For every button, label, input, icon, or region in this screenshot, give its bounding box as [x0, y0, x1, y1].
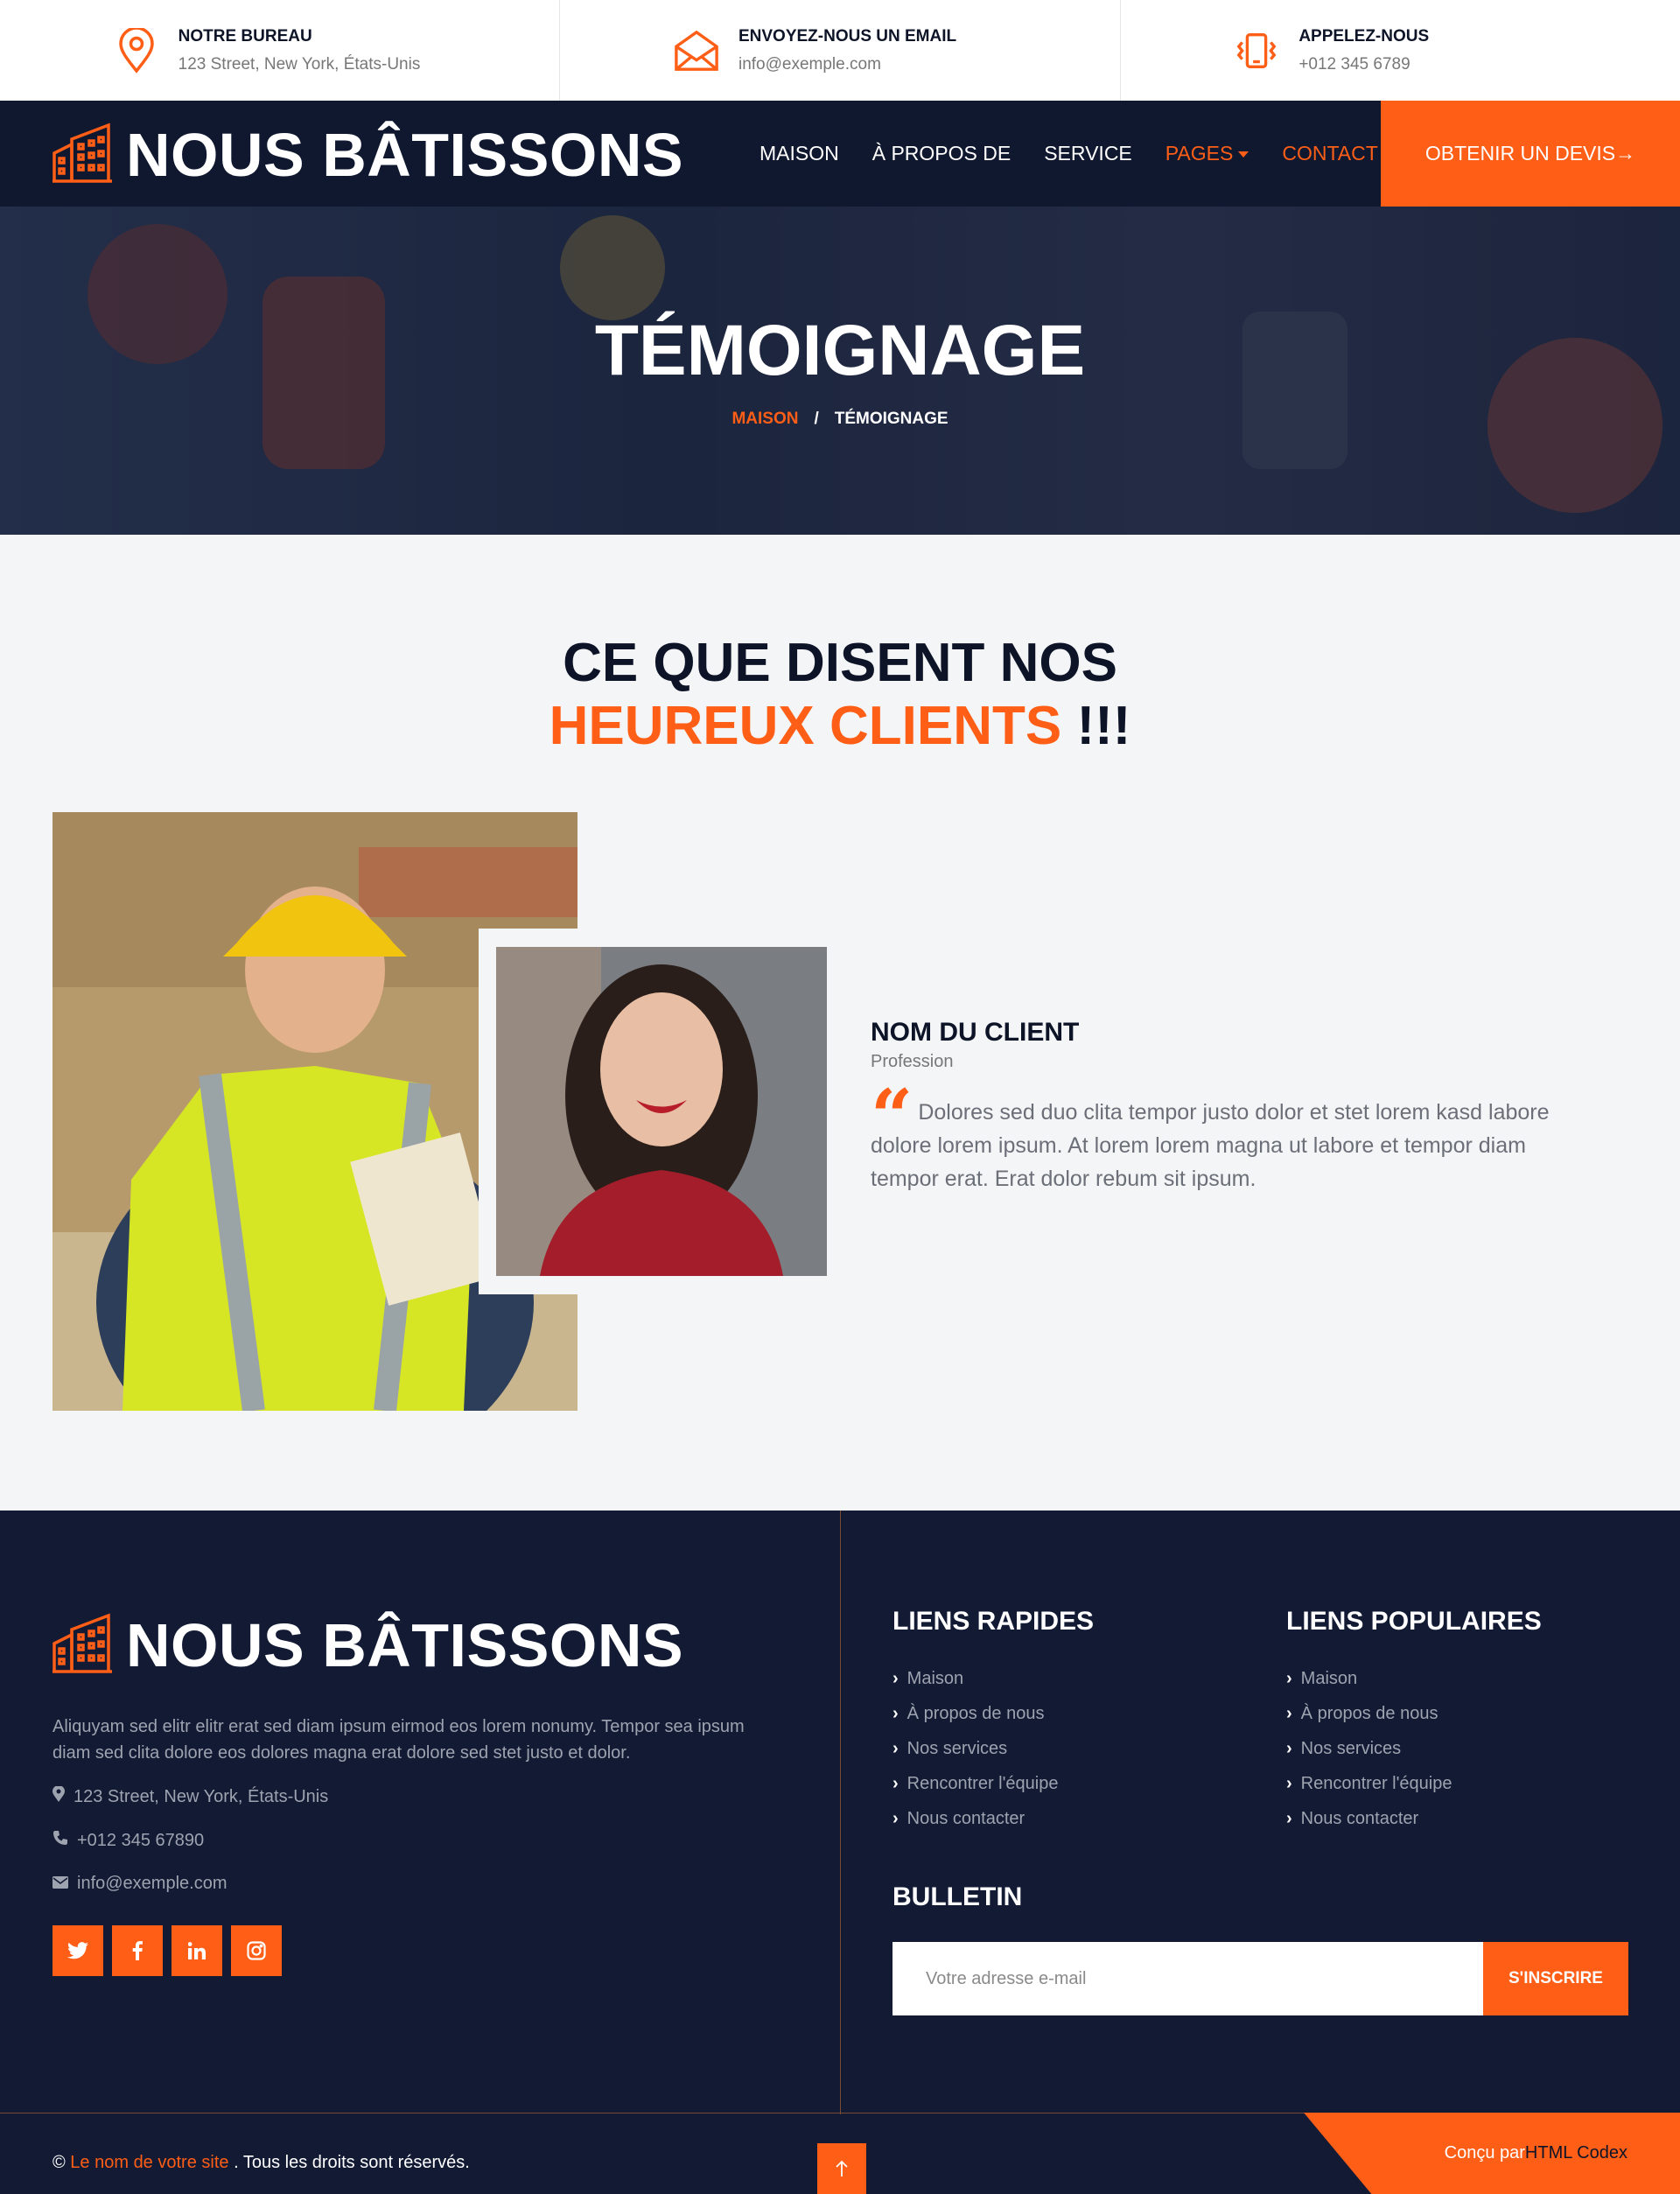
nav-item-service[interactable]: SERVICE [1044, 142, 1132, 165]
map-pin-icon [114, 27, 159, 74]
footer-phone-text[interactable]: +012 345 67890 [77, 1831, 204, 1851]
section-heading-line1: CE QUE DISENT NOS [563, 633, 1117, 693]
quick-link-maison[interactable]: Maison [892, 1661, 1058, 1696]
newsletter-form: S'INSCRIRE [892, 1942, 1628, 2015]
designed-prefix: Conçu par [1444, 2143, 1525, 2162]
site-name-link[interactable]: Le nom de votre site [70, 2153, 228, 2172]
testimonial-text: “Dolores sed duo clita tempor justo dolo… [871, 1073, 1597, 1195]
map-marker-icon [52, 1785, 65, 1807]
popular-link-a-propos[interactable]: À propos de nous [1286, 1696, 1452, 1731]
office-title: NOTRE BUREAU [178, 26, 312, 46]
nav-item-a-propos[interactable]: À PROPOS DE [872, 142, 1011, 165]
section-heading-highlight: HEUREUX CLIENTS [549, 696, 1062, 756]
office-address: 123 Street, New York, États-Unis [178, 54, 421, 74]
envelope-icon [674, 28, 719, 74]
page-header-banner: TÉMOIGNAGE MAISON / TÉMOIGNAGE [0, 207, 1680, 535]
copyright-prefix: © [52, 2153, 71, 2172]
popular-link-contacter[interactable]: Nous contacter [1286, 1801, 1452, 1836]
arrow-up-icon [836, 2160, 848, 2176]
footer-address-text: 123 Street, New York, États-Unis [74, 1786, 329, 1806]
breadcrumb: MAISON / TÉMOIGNAGE [0, 410, 1680, 429]
quick-link-a-propos[interactable]: À propos de nous [892, 1696, 1058, 1731]
section-heading: CE QUE DISENT NOS HEUREUX CLIENTS !!! [0, 632, 1680, 758]
twitter-icon[interactable] [52, 1925, 103, 1976]
footer-description: Aliquyam sed elitr elitr erat sed diam i… [52, 1717, 745, 1763]
social-links [52, 1925, 282, 1976]
footer-email: info@exemple.com [52, 1874, 227, 1894]
nav-item-pages-label: PAGES [1165, 142, 1234, 165]
section-heading-suffix: !!! [1061, 696, 1131, 756]
building-icon [52, 1612, 112, 1678]
nav-item-maison[interactable]: MAISON [760, 142, 839, 165]
envelope-icon [52, 1874, 68, 1894]
footer-email-text[interactable]: info@exemple.com [77, 1874, 227, 1894]
linkedin-icon[interactable] [172, 1925, 222, 1976]
get-quote-button[interactable]: OBTENIR UN DEVIS→ [1381, 101, 1680, 207]
phone-icon [52, 1830, 68, 1851]
popular-links-list: Maison À propos de nous Nos services Ren… [1286, 1661, 1452, 1836]
newsletter-email-input[interactable] [892, 1942, 1483, 2015]
phone-info: APPELEZ-NOUS +012 345 6789 [1121, 0, 1680, 101]
footer-phone: +012 345 67890 [52, 1830, 204, 1851]
footer-brand-name: NOUS BÂTISSONS [126, 1610, 684, 1679]
nav-item-contact[interactable]: CONTACT [1282, 142, 1377, 165]
building-icon [52, 122, 112, 187]
main-navbar: NOUS BÂTISSONS MAISON À PROPOS DE SERVIC… [0, 101, 1680, 207]
nav-item-pages[interactable]: PAGES [1166, 142, 1250, 165]
back-to-top-button[interactable] [817, 2143, 866, 2194]
quick-link-contacter[interactable]: Nous contacter [892, 1801, 1058, 1836]
phone-number[interactable]: +012 345 6789 [1298, 55, 1429, 74]
popular-link-equipe[interactable]: Rencontrer l'équipe [1286, 1766, 1452, 1801]
caret-down-icon [1238, 151, 1250, 158]
breadcrumb-separator: / [814, 410, 819, 428]
footer-address: 123 Street, New York, États-Unis [52, 1785, 329, 1807]
phone-title: APPELEZ-NOUS [1298, 26, 1430, 46]
brand-name: NOUS BÂTISSONS [126, 120, 684, 189]
quick-links-title: LIENS RAPIDES [892, 1607, 1095, 1636]
footer-divider-vertical [840, 1511, 841, 2114]
testimonial-quote: Dolores sed duo clita tempor justo dolor… [871, 1100, 1550, 1191]
instagram-icon[interactable] [231, 1925, 282, 1976]
page-title: TÉMOIGNAGE [594, 311, 1086, 390]
email-info: ENVOYEZ-NOUS UN EMAIL info@exemple.com [560, 0, 1121, 101]
top-info-bar: NOTRE BUREAU 123 Street, New York, États… [0, 0, 1680, 101]
footer: NOUS BÂTISSONS Aliquyam sed elitr elitr … [0, 1511, 1680, 2194]
section-heading-line2: HEUREUX CLIENTS !!! [0, 695, 1680, 758]
popular-link-maison[interactable]: Maison [1286, 1661, 1452, 1696]
facebook-icon[interactable] [112, 1925, 163, 1976]
client-profession: Profession [871, 1052, 954, 1071]
nav-menu: MAISON À PROPOS DE SERVICE PAGES CONTACT [760, 101, 1378, 207]
quick-link-equipe[interactable]: Rencontrer l'équipe [892, 1766, 1059, 1801]
client-photo [496, 947, 827, 1276]
quote-left-icon: “ [871, 1073, 914, 1160]
copyright-suffix: . Tous les droits sont réservés. [228, 2153, 470, 2172]
footer-brand-logo[interactable]: NOUS BÂTISSONS [52, 1612, 683, 1678]
quick-link-services[interactable]: Nos services [892, 1731, 1058, 1766]
breadcrumb-home-link[interactable]: MAISON [732, 410, 798, 428]
popular-links-title: LIENS POPULAIRES [1286, 1607, 1542, 1636]
popular-link-services[interactable]: Nos services [1286, 1731, 1452, 1766]
client-name: NOM DU CLIENT [871, 1018, 1080, 1047]
designed-by: Conçu par HTML Codex [1304, 2113, 1680, 2194]
designer-link[interactable]: HTML Codex [1525, 2143, 1628, 2163]
brand-logo[interactable]: NOUS BÂTISSONS [52, 122, 683, 187]
copyright: © Le nom de votre site . Tous les droits… [52, 2153, 470, 2173]
quick-links-list: Maison À propos de nous Nos services Ren… [892, 1661, 1059, 1836]
office-info: NOTRE BUREAU 123 Street, New York, États… [0, 0, 561, 101]
email-title: ENVOYEZ-NOUS UN EMAIL [738, 26, 957, 46]
phone-vibrate-icon [1234, 28, 1279, 74]
newsletter-title: BULLETIN [892, 1882, 1023, 1911]
breadcrumb-current: TÉMOIGNAGE [834, 410, 948, 428]
subscribe-button[interactable]: S'INSCRIRE [1483, 1942, 1628, 2015]
email-address[interactable]: info@exemple.com [738, 55, 956, 74]
